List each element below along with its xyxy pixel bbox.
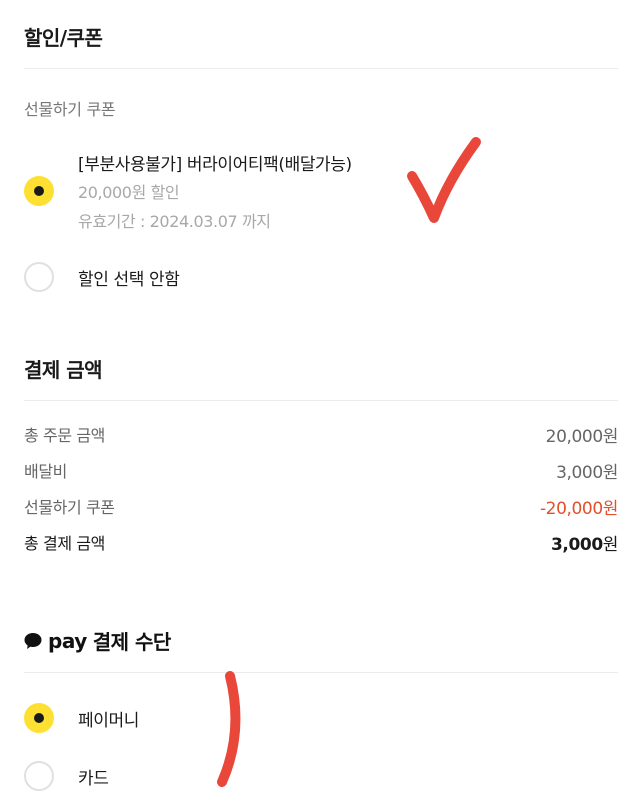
gift-coupon-discount-value: -20,000원 (539, 498, 618, 519)
payment-total-unit: 원 (602, 534, 619, 555)
speech-bubble-icon (24, 632, 42, 650)
divider (24, 672, 618, 673)
payment-total-row: 총 결제 금액 3,000원 (24, 530, 618, 555)
no-discount-radio[interactable] (24, 262, 54, 292)
pay-method-header: pay 결제 수단 (24, 626, 171, 655)
order-total-row: 총 주문 금액 20,000원 (24, 422, 619, 447)
gift-coupon-label: 선물하기 쿠폰 (24, 100, 116, 119)
checkmark-annotation (407, 137, 481, 223)
divider (24, 400, 618, 401)
payment-amount-title: 결제 금액 (24, 358, 103, 382)
annotation-layer (217, 137, 481, 787)
divider (24, 68, 618, 69)
coupon-name[interactable]: [부분사용불가] 버라이어티팩(배달가능) (78, 150, 352, 175)
gift-coupon-row: 선물하기 쿠폰 -20,000원 (24, 494, 618, 519)
payment-total-value: 3,000원 (551, 530, 618, 555)
gift-coupon-discount-label: 선물하기 쿠폰 (24, 498, 115, 517)
no-discount-label[interactable]: 할인 선택 안함 (78, 265, 180, 290)
coupon-validity: 유효기간 : 2024.03.07 까지 (78, 212, 271, 231)
coupon-amount: 20,000원 할인 (78, 183, 180, 202)
delivery-fee-row: 배달비 3,000원 (24, 458, 618, 483)
paymoney-label[interactable]: 페이머니 (78, 706, 139, 731)
order-total-value: 20,000원 (545, 426, 619, 447)
delivery-fee-label: 배달비 (24, 462, 67, 481)
card-label[interactable]: 카드 (78, 764, 109, 789)
coupon-radio[interactable] (24, 176, 54, 206)
order-total-label: 총 주문 금액 (24, 426, 105, 445)
card-radio[interactable] (24, 761, 54, 791)
discount-section-title: 할인/쿠폰 (24, 26, 103, 50)
pay-brand-label: pay (48, 628, 87, 653)
delivery-fee-value: 3,000원 (556, 462, 618, 483)
paymoney-radio[interactable] (24, 703, 54, 733)
payment-total-label: 총 결제 금액 (24, 534, 105, 553)
line-annotation (217, 671, 241, 787)
payment-total-number: 3,000 (550, 534, 603, 555)
pay-method-title: 결제 수단 (92, 630, 172, 654)
